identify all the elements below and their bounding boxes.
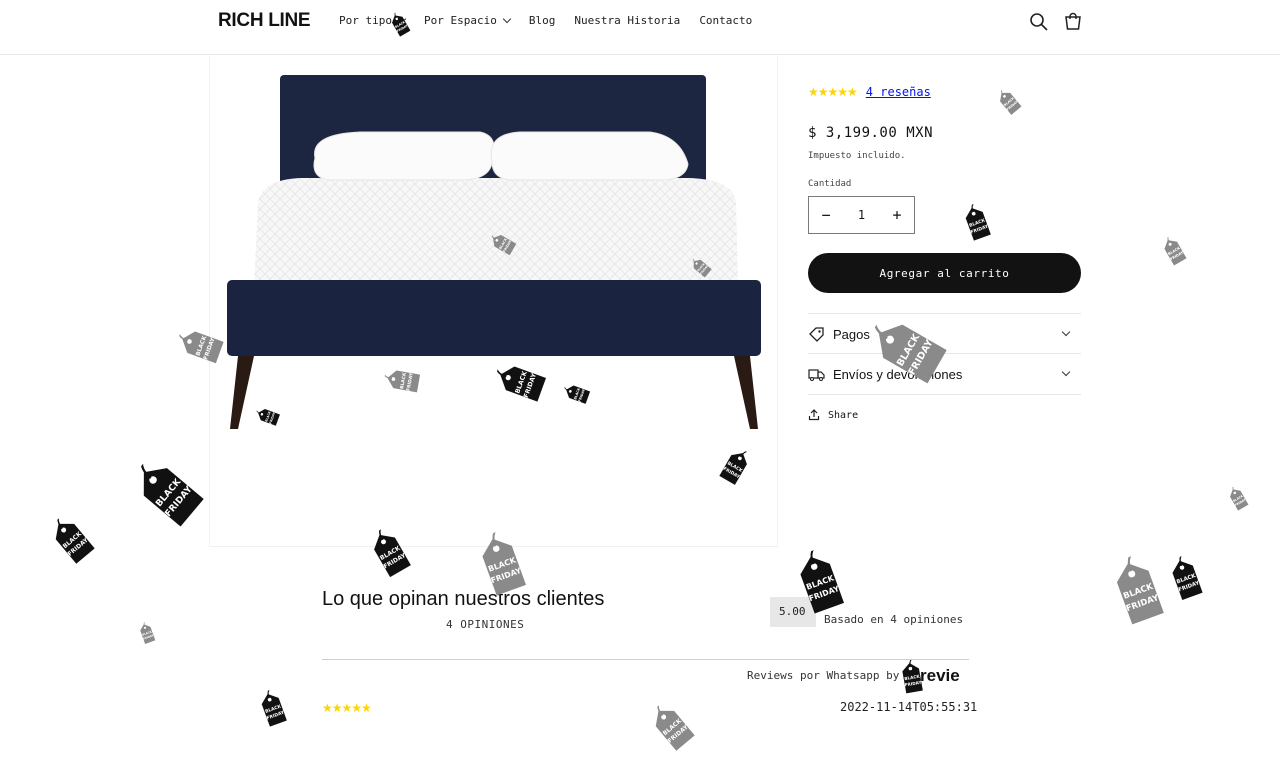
black-friday-tag-icon: BLACKFRIDAY: [140, 459, 204, 527]
chevron-down-icon: [1061, 367, 1071, 377]
quantity-input[interactable]: 1: [847, 208, 877, 222]
black-friday-tag-icon: BLACKFRIDAY: [140, 620, 156, 644]
accordion-label: Pagos: [833, 326, 870, 342]
black-friday-tag-icon: BLACKFRIDAY: [1000, 88, 1022, 115]
bed-illustration: [227, 75, 761, 429]
nav-label: Contacto: [699, 14, 753, 27]
nav-label: Por tipo: [339, 14, 392, 27]
quantity-stepper: − 1 +: [808, 196, 915, 234]
site-logo[interactable]: RICH LINE: [218, 10, 311, 32]
black-friday-tag-icon: BLACKFRIDAY: [655, 702, 695, 751]
black-friday-tag-icon: BLACKFRIDAY: [261, 687, 287, 727]
tag-icon: [809, 326, 824, 342]
quantity-decrease-button[interactable]: −: [809, 206, 843, 224]
search-icon[interactable]: [1028, 11, 1050, 33]
nav-nuestra-historia[interactable]: Nuestra Historia: [574, 14, 680, 27]
chevron-down-icon: [502, 14, 512, 24]
product-rating: ★★★★★ 4 reseñas: [808, 85, 931, 99]
black-friday-tag-icon: BLACKFRIDAY: [55, 515, 95, 564]
nav-por-espacio[interactable]: Por Espacio: [423, 14, 512, 27]
cart-icon[interactable]: [1062, 11, 1084, 33]
nav-blog[interactable]: Blog: [529, 14, 556, 27]
nav-contacto[interactable]: Contacto: [699, 14, 752, 27]
chevron-down-icon: [1061, 327, 1071, 337]
reviews-divider: [322, 659, 969, 660]
quantity-increase-button[interactable]: +: [880, 206, 914, 224]
powered-by-text: Reviews por Whatsapp by: [747, 669, 900, 682]
reviews-count: 4 OPINIONES: [446, 618, 525, 631]
rating-stars: ★★★★★: [808, 85, 858, 99]
nav-label: Por Espacio: [423, 14, 497, 27]
black-friday-tag-icon: BLACKFRIDAY: [383, 370, 421, 393]
share-icon: [808, 409, 820, 421]
reviews-link[interactable]: 4 reseñas: [866, 85, 931, 99]
review-date: 2022-11-14T05:55:31: [840, 700, 978, 714]
black-friday-tag-icon: BLACKFRIDAY: [1230, 485, 1249, 511]
nav-label: Nuestra Historia: [574, 14, 681, 27]
product-image[interactable]: [209, 54, 778, 547]
tax-note: Impuesto incluido.: [808, 151, 906, 161]
black-friday-tag-icon: BLACKFRIDAY: [965, 201, 991, 241]
product-price: $ 3,199.00 MXN: [808, 125, 934, 141]
quantity-label: Cantidad: [808, 179, 852, 189]
site-header: RICH LINE Por tipo Por Espacio Blog Nues…: [0, 0, 1280, 55]
share-button[interactable]: Share: [808, 409, 858, 421]
truck-icon: [808, 368, 825, 381]
reviews-title: Lo que opinan nuestros clientes: [322, 588, 605, 610]
share-label: Share: [828, 409, 859, 421]
nav-label: Blog: [528, 14, 556, 27]
based-on-text: Basado en 4 opiniones: [824, 613, 964, 626]
accordion-divider: [808, 394, 1081, 395]
add-to-cart-button[interactable]: Agregar al carrito: [808, 253, 1081, 293]
review-stars: ★★★★★: [322, 701, 372, 715]
black-friday-tag-icon: BLACKFRIDAY: [1164, 234, 1187, 266]
black-friday-tag-icon: BLACKFRIDAY: [902, 657, 923, 694]
